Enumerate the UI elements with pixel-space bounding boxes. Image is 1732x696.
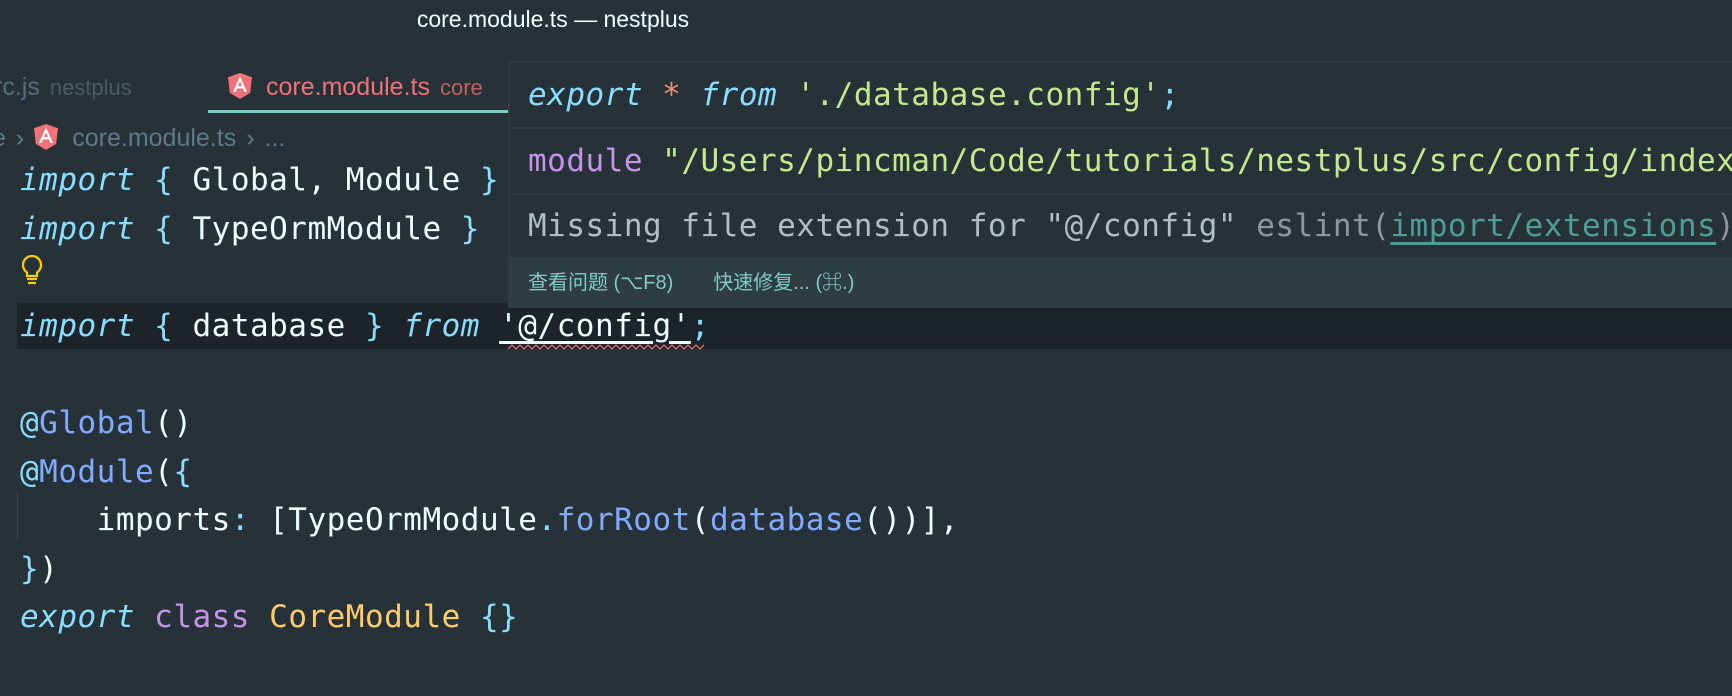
token-fn: forRoot: [556, 502, 691, 539]
hover-module-path: module "/Users/pincman/Code/tutorials/ne…: [510, 129, 1732, 195]
token-kw: from: [700, 77, 778, 113]
token-id: [643, 143, 662, 179]
hover-export-signature: export * from './database.config';: [510, 63, 1732, 129]
token-punc: ;: [1160, 77, 1180, 113]
quick-fix-button[interactable]: 快速修复... (⌘.): [713, 272, 854, 294]
code-line[interactable]: @Module({: [20, 448, 959, 497]
indent-guide: [17, 492, 18, 540]
token-id: [135, 599, 154, 635]
token-punc: }: [20, 550, 40, 587]
tab-description: core: [439, 75, 483, 100]
token-id: database: [173, 307, 365, 344]
token-punc: :: [230, 502, 250, 539]
code-line[interactable]: }): [20, 545, 959, 594]
token-dec: @: [20, 453, 40, 490]
token-id: TypeOrmModule: [173, 210, 461, 247]
tab-core-module[interactable]: core.module.ts core: [228, 62, 483, 112]
token-id: [250, 599, 269, 635]
token-id: [681, 77, 700, 113]
breadcrumb-item[interactable]: ...: [265, 124, 286, 152]
angular-icon: [228, 73, 252, 99]
code-line[interactable]: import { database } from '@/config';: [20, 302, 959, 351]
breadcrumb-item[interactable]: core.module.ts: [72, 124, 236, 152]
token-kw: import: [20, 210, 135, 247]
error-squiggle: [508, 344, 704, 350]
breadcrumb: e › core.module.ts ›...: [0, 120, 285, 156]
token-id: imports: [20, 502, 231, 539]
token-id: [461, 599, 480, 635]
token-id: [777, 77, 796, 113]
tab-label: core.module.ts: [266, 73, 430, 101]
token-id: [384, 308, 403, 344]
token-punc: {}: [479, 599, 519, 636]
hover-actions: 查看问题 (⌥F8) 快速修复... (⌘.): [510, 259, 1732, 308]
token-kw: from: [403, 307, 480, 344]
hover-diagnostic: Missing file extension for "@/config" es…: [510, 195, 1732, 259]
token-punc: }: [364, 307, 385, 344]
token-id: [TypeOrmModule: [249, 502, 538, 539]
code-line[interactable]: [20, 350, 959, 399]
diagnostic-source-end: ): [1716, 208, 1732, 244]
token-storage: class: [154, 599, 250, 636]
view-problem-button[interactable]: 查看问题 (⌥F8): [528, 272, 673, 294]
token-id: ())],: [863, 502, 960, 539]
token-punc: .: [537, 502, 557, 539]
token-punc: {: [154, 162, 174, 198]
token-id: (: [690, 502, 710, 539]
token-punc: }: [460, 210, 480, 247]
token-punc: {: [154, 210, 174, 247]
chevron-right-icon: ›: [246, 124, 255, 152]
token-kw: import: [20, 162, 135, 198]
token-cls: CoreModule: [269, 599, 461, 636]
lightbulb-icon[interactable]: [20, 254, 44, 286]
token-storage: module: [528, 143, 643, 179]
token-id: ): [39, 550, 59, 587]
token-kw: export: [528, 77, 643, 113]
token-id: [135, 308, 154, 344]
diagnostic-rule-link[interactable]: import/extensions: [1390, 208, 1716, 244]
token-fn: database: [709, 502, 864, 539]
token-dec: @: [20, 404, 40, 441]
code-line[interactable]: export class CoreModule {}: [20, 593, 959, 642]
angular-icon: [34, 124, 59, 150]
token-id: [135, 162, 154, 198]
token-id: (): [154, 404, 193, 441]
token-id: [135, 211, 154, 247]
token-str: "/Users/pincman/Code/tutorials/nestplus/…: [662, 143, 1732, 179]
tab-label: rc.js: [0, 73, 40, 101]
diagnostic-message: Missing file extension for "@/config": [528, 208, 1238, 244]
diagnostic-source: eslint(: [1256, 208, 1391, 244]
token-punc: }: [479, 162, 500, 198]
token-id: [643, 77, 662, 113]
token-str-hover[interactable]: '@/config': [499, 308, 691, 344]
tab-eslintrc[interactable]: rc.js nestplus: [0, 62, 132, 112]
breadcrumb-item[interactable]: e: [0, 124, 6, 152]
token-fn: Global: [39, 404, 155, 441]
tab-description: nestplus: [49, 75, 132, 100]
chevron-right-icon: ›: [15, 124, 25, 152]
token-id: Global, Module: [173, 162, 480, 198]
window-title: core.module.ts — nestplus: [416, 6, 690, 32]
token-id: [480, 308, 499, 344]
code-line[interactable]: imports: [TypeOrmModule.forRoot(database…: [20, 496, 959, 545]
active-tab-indicator: [208, 110, 508, 113]
token-punc: {: [154, 307, 174, 344]
token-kw: import: [20, 307, 135, 344]
hover-popup: export * from './database.config'; modul…: [508, 61, 1732, 308]
token-punc: ;: [690, 307, 710, 344]
token-str: './database.config': [796, 77, 1161, 113]
token-kw: export: [20, 599, 135, 636]
code-line[interactable]: @Global(): [20, 399, 959, 448]
token-star: *: [662, 77, 682, 113]
token-punc: {: [173, 453, 193, 490]
token-id: (: [154, 453, 174, 490]
token-fn: Module: [39, 453, 155, 490]
